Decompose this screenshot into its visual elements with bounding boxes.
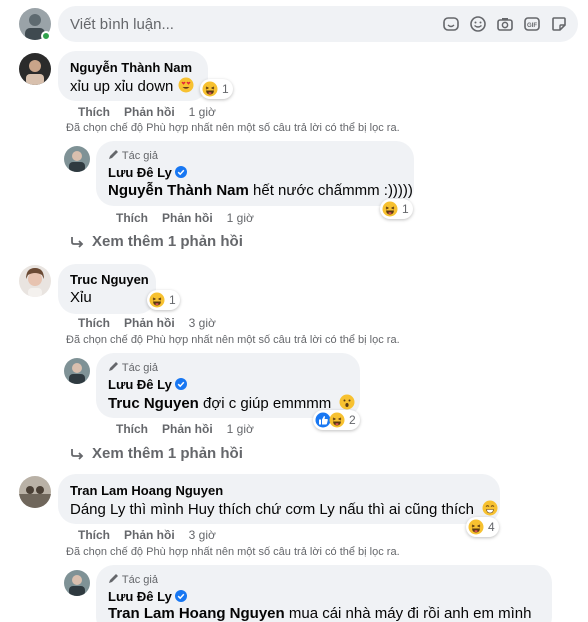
reply-button[interactable]: Phản hồi (124, 528, 175, 542)
author-badge: Tác giả (108, 361, 158, 374)
online-indicator (41, 31, 51, 41)
author-avatar[interactable] (64, 358, 90, 384)
commenter-avatar[interactable] (19, 265, 51, 297)
reaction-count: 1 (222, 82, 229, 96)
like-button[interactable]: Thích (116, 211, 148, 225)
haha-reaction-icon (329, 412, 345, 428)
filtered-notice: Đã chọn chế độ Phù hợp nhất nên một số c… (66, 546, 400, 558)
reply-author-name-text[interactable]: Lưu Đê Ly (108, 589, 172, 604)
reaction-count: 1 (169, 293, 176, 307)
mention-link[interactable]: Tran Lam Hoang Nguyen (108, 605, 285, 622)
like-button[interactable]: Thích (116, 422, 148, 436)
commenter-name[interactable]: Truc Nguyen (70, 272, 149, 287)
comment-text: Xỉu (70, 289, 92, 306)
haha-reaction-icon (149, 292, 165, 308)
comment-text: Dáng Ly thì mình Huy thích chứ cơm Ly nấ… (70, 500, 498, 518)
author-badge: Tác giả (108, 149, 158, 162)
reaction-summary[interactable]: 1 (147, 290, 180, 310)
reaction-count: 1 (402, 202, 409, 216)
reply-arrow-icon (71, 448, 84, 460)
reply-author-name[interactable]: Lưu Đê Ly (108, 165, 187, 180)
reply-button[interactable]: Phản hồi (162, 422, 213, 436)
mention-link[interactable]: Nguyễn Thành Nam (108, 182, 249, 199)
comment-time[interactable]: 1 giờ (227, 211, 254, 225)
reply-arrow-icon (71, 236, 84, 248)
reply-body: mua cái nhà máy đi rồi anh em mình (284, 605, 532, 622)
comment-body: xỉu up xỉu down (70, 78, 174, 95)
like-button[interactable]: Thích (78, 528, 110, 542)
author-avatar[interactable] (64, 570, 90, 596)
reply-button[interactable]: Phản hồi (124, 105, 175, 119)
filtered-notice: Đã chọn chế độ Phù hợp nhất nên một số c… (66, 334, 400, 346)
comment-input[interactable] (58, 6, 418, 42)
reaction-summary[interactable]: 1 (380, 199, 413, 219)
pen-icon (109, 362, 118, 371)
author-badge: Tác giả (108, 573, 158, 586)
reply-body: hết nước chấmmm :))))) (248, 182, 413, 199)
view-more-label[interactable]: Xem thêm 1 phản hồi (92, 233, 243, 250)
filtered-notice: Đã chọn chế độ Phù hợp nhất nên một số c… (66, 122, 400, 134)
author-tag-label: Tác giả (121, 362, 158, 374)
avatar-sticker-icon[interactable] (442, 15, 460, 33)
reply-text: Truc Nguyen đợi c giúp emmmm (108, 394, 355, 412)
reaction-count: 2 (349, 413, 356, 427)
reply-text: Nguyễn Thành Nam hết nước chấmmm :))))) (108, 182, 413, 199)
commenter-name[interactable]: Tran Lam Hoang Nguyen (70, 483, 223, 498)
mention-link[interactable]: Truc Nguyen (108, 395, 199, 412)
svg-text:GIF: GIF (527, 23, 537, 29)
comment-body: Dáng Ly thì mình Huy thích chứ cơm Ly nấ… (70, 501, 474, 518)
camera-icon[interactable] (496, 15, 514, 33)
reply-author-name[interactable]: Lưu Đê Ly (108, 377, 187, 392)
grinning-sweat-emoji-icon (482, 500, 498, 516)
reaction-summary[interactable]: 4 (466, 517, 499, 537)
haha-reaction-icon (382, 201, 398, 217)
haha-reaction-icon (202, 81, 218, 97)
comment-time[interactable]: 1 giờ (227, 422, 254, 436)
author-tag-label: Tác giả (121, 574, 158, 586)
gif-icon[interactable]: GIF (523, 15, 541, 33)
verified-badge-icon (174, 166, 187, 178)
commenter-name[interactable]: Nguyễn Thành Nam (70, 60, 192, 75)
pen-icon (109, 574, 118, 583)
view-more-replies[interactable]: Xem thêm 1 phản hồi (70, 445, 243, 462)
hushed-emoji-icon (339, 394, 355, 410)
verified-badge-icon (174, 378, 187, 390)
reply-button[interactable]: Phản hồi (162, 211, 213, 225)
reply-text: Tran Lam Hoang Nguyen mua cái nhà máy đi… (108, 605, 532, 622)
emoji-icon[interactable] (469, 15, 487, 33)
commenter-avatar[interactable] (19, 53, 51, 85)
comment-text: xỉu up xỉu down (70, 77, 194, 95)
view-more-label[interactable]: Xem thêm 1 phản hồi (92, 445, 243, 462)
haha-reaction-icon (468, 519, 484, 535)
like-button[interactable]: Thích (78, 316, 110, 330)
commenter-avatar[interactable] (19, 476, 51, 508)
reply-author-name-text[interactable]: Lưu Đê Ly (108, 377, 172, 392)
reply-body: đợi c giúp emmmm (198, 395, 332, 412)
reply-author-name-text[interactable]: Lưu Đê Ly (108, 165, 172, 180)
reaction-summary[interactable]: 2 (313, 410, 360, 430)
verified-badge-icon (174, 590, 187, 602)
reaction-summary[interactable]: 1 (200, 79, 233, 99)
reply-button[interactable]: Phản hồi (124, 316, 175, 330)
comment-time[interactable]: 1 giờ (189, 105, 216, 119)
reaction-count: 4 (488, 520, 495, 534)
sticker-icon[interactable] (550, 15, 568, 33)
author-tag-label: Tác giả (121, 150, 158, 162)
heart-eyes-emoji-icon (178, 77, 194, 93)
reply-author-name[interactable]: Lưu Đê Ly (108, 589, 187, 604)
comment-time[interactable]: 3 giờ (189, 528, 216, 542)
author-avatar[interactable] (64, 146, 90, 172)
like-button[interactable]: Thích (78, 105, 110, 119)
comment-time[interactable]: 3 giờ (189, 316, 216, 330)
pen-icon (109, 150, 118, 159)
comment-composer[interactable]: GIF (58, 6, 578, 42)
view-more-replies[interactable]: Xem thêm 1 phản hồi (70, 233, 243, 250)
